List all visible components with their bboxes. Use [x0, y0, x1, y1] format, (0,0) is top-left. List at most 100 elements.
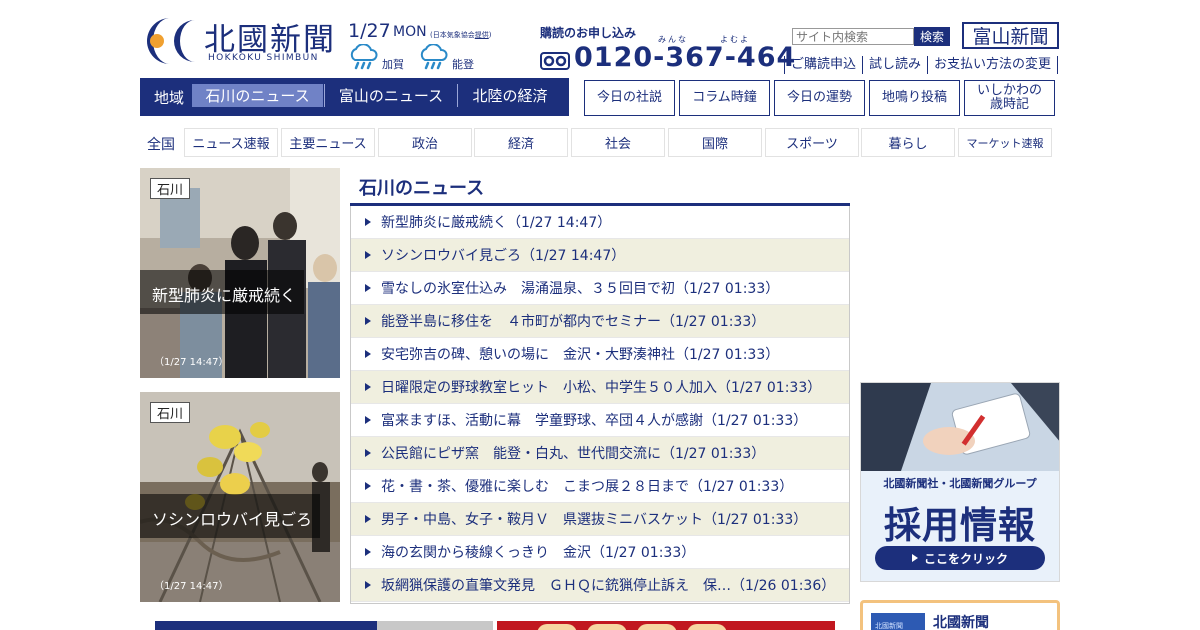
- bullet-triangle-icon: [365, 284, 371, 292]
- news-item[interactable]: 新型肺炎に厳戒続く（1/27 14:47）: [351, 206, 849, 239]
- news-headline: 富来ますほ、活動に幕 学童野球、卒団４人が感謝（1/27 01:33）: [381, 413, 808, 429]
- category-international[interactable]: 国際: [668, 128, 762, 157]
- weather-area-label: 能登: [452, 58, 474, 71]
- banner-decoration: [637, 624, 677, 630]
- tab-toyama-news[interactable]: 富山のニュース: [325, 84, 457, 107]
- category-politics[interactable]: 政治: [378, 128, 472, 157]
- site-logo[interactable]: 北國新聞 HOKKOKU SHIMBUN: [140, 16, 340, 68]
- region-label: 地域: [154, 89, 185, 107]
- rain-cloud-icon: [420, 44, 448, 70]
- app-icon: 北國新聞: [871, 613, 925, 630]
- news-item[interactable]: 花・書・茶、優雅に楽しむ こまつ展２８日まで（1/27 01:33）: [351, 470, 849, 503]
- photo-timestamp: （1/27 14:47）: [154, 357, 229, 368]
- news-item[interactable]: 坂網猟保護の直筆文発見 ＧＨＱに銃猟停止訴え 保…（1/26 01:36）: [351, 569, 849, 602]
- category-top-news[interactable]: 主要ニュース: [281, 128, 375, 157]
- subscription-phone[interactable]: 0120-367-464: [574, 42, 796, 73]
- photo-card[interactable]: 石川 ソシンロウバイ見ごろ （1/27 14:47）: [140, 392, 340, 602]
- news-item[interactable]: 海の玄関から稜線くっきり 金沢（1/27 01:33）: [351, 536, 849, 569]
- news-section-title: 石川のニュース: [359, 178, 485, 199]
- utility-links: ご購読申込 試し読み お支払い方法の変更: [784, 56, 1059, 74]
- photo-caption: 新型肺炎に厳戒続く: [140, 270, 305, 314]
- site-search-input[interactable]: [792, 28, 914, 45]
- weather-area-label: 加賀: [382, 58, 404, 71]
- bullet-triangle-icon: [365, 350, 371, 358]
- weather-credit-link[interactable]: 提供: [475, 31, 489, 39]
- bottom-ad-banner[interactable]: [497, 621, 835, 630]
- bullet-triangle-icon: [365, 581, 371, 589]
- banner-decoration: [537, 624, 577, 630]
- region-nav: 地域 石川のニュース 富山のニュース 北陸の経済: [140, 78, 569, 116]
- bullet-triangle-icon: [365, 482, 371, 490]
- news-item[interactable]: 能登半島に移住を ４市町が都内でセミナー（1/27 01:33）: [351, 305, 849, 338]
- play-triangle-icon: [911, 554, 918, 562]
- news-item[interactable]: 日曜限定の野球教室ヒット 小松、中学生５０人加入（1/27 01:33）: [351, 371, 849, 404]
- news-item[interactable]: 富来ますほ、活動に幕 学童野球、卒団４人が感謝（1/27 01:33）: [351, 404, 849, 437]
- news-headline: 能登半島に移住を ４市町が都内でセミナー（1/27 01:33）: [381, 314, 766, 330]
- recruit-banner[interactable]: 北國新聞社・北國新聞グループ 採用情報 ここをクリック: [860, 382, 1060, 582]
- tab-hokuriku-economy[interactable]: 北陸の経済: [458, 84, 562, 107]
- news-headline: 男子・中島、女子・鞍月Ｖ 県選抜ミニバスケット（1/27 01:33）: [381, 512, 808, 528]
- trial-link[interactable]: 試し読み: [862, 56, 927, 74]
- category-society[interactable]: 社会: [571, 128, 665, 157]
- bullet-triangle-icon: [365, 515, 371, 523]
- day-of-week: MON: [393, 24, 427, 40]
- tab-ishikawa-news[interactable]: 石川のニュース: [192, 84, 323, 107]
- weather-noto[interactable]: 能登: [418, 44, 488, 72]
- date-weather: 1/27 MON (日本気象協会提供) 加賀 能登: [348, 20, 528, 72]
- weather-credit-prefix: (日本気象協会: [430, 31, 475, 39]
- photo-timestamp: （1/27 14:47）: [154, 581, 229, 592]
- news-headline: ソシンロウバイ見ごろ（1/27 14:47）: [381, 248, 626, 264]
- bullet-triangle-icon: [365, 383, 371, 391]
- bullet-triangle-icon: [365, 317, 371, 325]
- reader-posts-button[interactable]: 地鳴り投稿: [869, 80, 960, 116]
- bullet-triangle-icon: [365, 218, 371, 226]
- bottom-ad-banner[interactable]: [155, 621, 493, 630]
- freedial-icon: [540, 52, 570, 70]
- news-headline: 雪なしの氷室仕込み 湯涌温泉、３５回目で初（1/27 01:33）: [381, 281, 780, 297]
- news-headline: 公民館にピザ窯 能登・白丸、世代間交流に（1/27 01:33）: [381, 446, 766, 462]
- photo-card[interactable]: 石川 新型肺炎に厳戒続く （1/27 14:47）: [140, 168, 340, 378]
- bullet-triangle-icon: [365, 416, 371, 424]
- category-breaking-news[interactable]: ニュース速報: [184, 128, 278, 157]
- region-badge: 石川: [150, 402, 191, 423]
- subscribe-link[interactable]: ご購読申込: [784, 56, 862, 74]
- app-promo-banner[interactable]: 北國新聞 北國新聞: [860, 600, 1060, 630]
- subscription-title: 購読のお申し込み: [540, 26, 637, 40]
- news-headline: 海の玄関から稜線くっきり 金沢（1/27 01:33）: [381, 545, 696, 561]
- news-headline: 新型肺炎に厳戒続く（1/27 14:47）: [381, 215, 612, 231]
- rain-cloud-icon: [350, 44, 378, 70]
- category-lifestyle[interactable]: 暮らし: [861, 128, 955, 157]
- news-item[interactable]: 安宅弥吉の碑、憩いの場に 金沢・大野湊神社（1/27 01:33）: [351, 338, 849, 371]
- weather-credit: (日本気象協会提供): [430, 30, 491, 40]
- recruit-click-button[interactable]: ここをクリック: [875, 546, 1045, 570]
- news-list: 新型肺炎に厳戒続く（1/27 14:47） ソシンロウバイ見ごろ（1/27 14…: [350, 206, 850, 604]
- app-icon-text: 北國新聞: [875, 622, 903, 630]
- current-date: 1/27: [348, 20, 391, 42]
- news-item[interactable]: 雪なしの氷室仕込み 湯涌温泉、３５回目で初（1/27 01:33）: [351, 272, 849, 305]
- bullet-triangle-icon: [365, 251, 371, 259]
- search-button[interactable]: 検索: [914, 27, 950, 46]
- seasonal-calendar-button[interactable]: いしかわの 歳時記: [964, 80, 1055, 116]
- bullet-triangle-icon: [365, 548, 371, 556]
- photo-caption: ソシンロウバイ見ごろ: [140, 494, 321, 538]
- category-sports[interactable]: スポーツ: [765, 128, 859, 157]
- banner-decoration: [587, 624, 627, 630]
- toyama-shimbun-logo[interactable]: 富山新聞: [962, 22, 1059, 49]
- news-item[interactable]: 公民館にピザ窯 能登・白丸、世代間交流に（1/27 01:33）: [351, 437, 849, 470]
- news-item[interactable]: 男子・中島、女子・鞍月Ｖ 県選抜ミニバスケット（1/27 01:33）: [351, 503, 849, 536]
- subscription-info[interactable]: 購読のお申し込み みんな よむよ 0120-367-464: [540, 24, 795, 76]
- news-headline: 花・書・茶、優雅に楽しむ こまつ展２８日まで（1/27 01:33）: [381, 479, 794, 495]
- news-item[interactable]: ソシンロウバイ見ごろ（1/27 14:47）: [351, 239, 849, 272]
- category-market-news[interactable]: マーケット速報: [958, 128, 1052, 157]
- category-economy[interactable]: 経済: [474, 128, 568, 157]
- bullet-triangle-icon: [365, 449, 371, 457]
- payment-change-link[interactable]: お支払い方法の変更: [927, 56, 1059, 74]
- weather-kaga[interactable]: 加賀: [348, 44, 418, 72]
- horoscope-button[interactable]: 今日の運勢: [774, 80, 865, 116]
- banner-decoration: [687, 624, 727, 630]
- editorial-button[interactable]: 今日の社説: [584, 80, 675, 116]
- recruit-title: 採用情報: [884, 504, 1036, 547]
- column-jisho-button[interactable]: コラム時鐘: [679, 80, 770, 116]
- banner-photo-strip: [377, 621, 493, 630]
- app-promo-label: 北國新聞: [933, 615, 989, 630]
